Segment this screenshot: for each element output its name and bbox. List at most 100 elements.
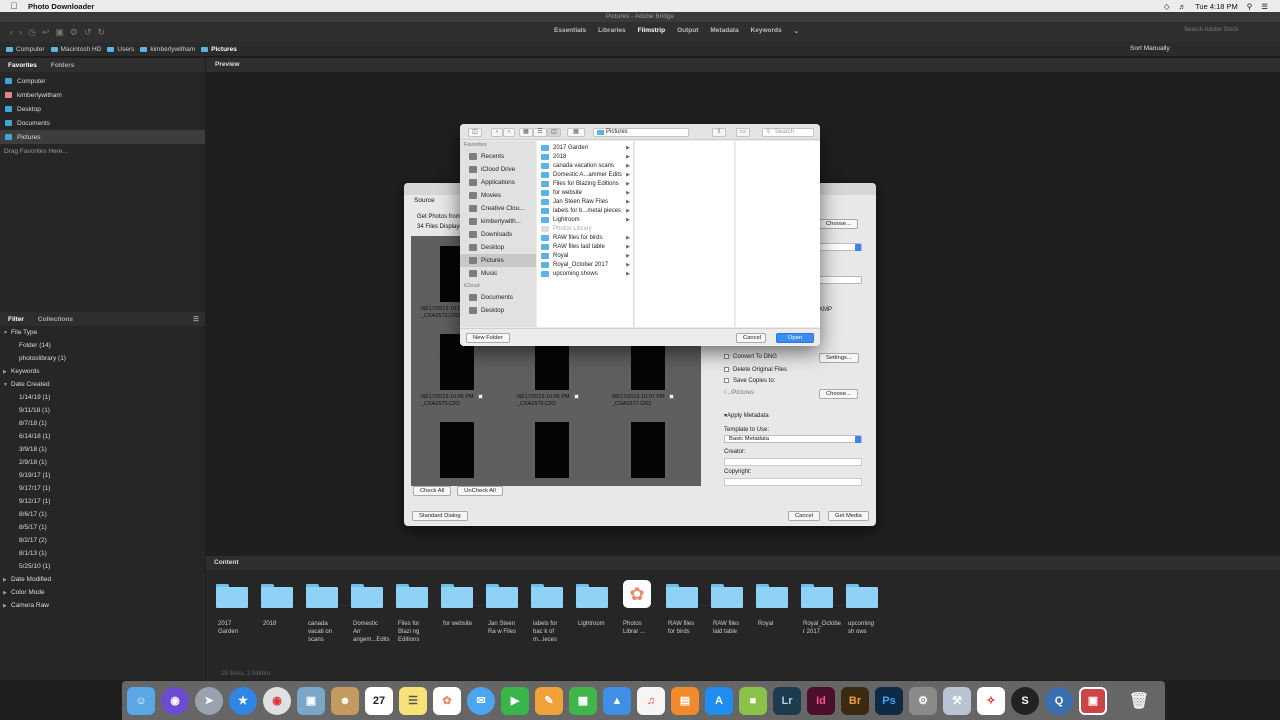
finder-icon[interactable]: ☺ — [127, 686, 155, 715]
delete-original-option[interactable]: Delete Original Files — [724, 367, 787, 373]
sidebar-item-icloud-drive[interactable]: iCloud Drive — [460, 163, 536, 176]
content-item[interactable]: 2018 — [257, 580, 297, 628]
uncheck-all-button[interactable]: UnCheck All — [457, 486, 503, 496]
favorite-documents[interactable]: Documents — [0, 116, 205, 130]
filter-date-item[interactable]: 8/7/18 (1) — [0, 417, 205, 430]
cancel-button[interactable]: Cancel — [788, 511, 821, 521]
open-search-input[interactable]: ⚲ Search — [762, 128, 814, 137]
workspace-more-icon[interactable]: ⌄ — [794, 27, 799, 35]
sidebar-item-creative-cloud[interactable]: Creative Clou... — [460, 202, 536, 215]
column-folder-item[interactable]: Domestic A...ammer Edits ▶ — [537, 170, 633, 179]
panel-menu-icon[interactable]: ☰ — [193, 315, 205, 323]
filter-date-item[interactable]: 9/19/17 (1) — [0, 469, 205, 482]
photo-downloader-icon[interactable]: ▣ — [1079, 686, 1107, 715]
content-item[interactable]: 2017 Garden — [212, 580, 252, 636]
siri-icon[interactable]: ◉ — [161, 686, 189, 715]
app-name-menu[interactable]: Photo Downloader — [28, 2, 94, 11]
save-copies-option[interactable]: Save Copies to: — [724, 378, 775, 384]
column-folder-item[interactable]: Jan Steen Raw Files ▶ — [537, 197, 633, 206]
tab-filter[interactable]: Filter — [8, 316, 24, 323]
open-button[interactable]: Open — [776, 333, 814, 343]
spotlight-icon[interactable]: ⚲ — [1247, 2, 1253, 11]
filter-date-modified[interactable]: ▶ Date Modified — [0, 573, 205, 586]
standard-dialog-button[interactable]: Standard Dialog — [412, 511, 468, 521]
share-icon[interactable]: ⇧ — [712, 128, 726, 137]
apple-menu-icon[interactable]:  — [0, 1, 28, 11]
filter-date-item[interactable]: 8/5/17 (1) — [0, 521, 205, 534]
column-view-icon[interactable]: ◫ — [547, 128, 561, 137]
content-item[interactable]: for website — [437, 580, 477, 628]
content-item[interactable]: labels for bac k of m...ieces — [527, 580, 567, 644]
forward-icon[interactable]: › — [19, 27, 22, 38]
filter-item[interactable]: photoslibrary (1) — [0, 352, 205, 365]
column-folder-item[interactable]: 2018 ▶ — [537, 152, 633, 161]
rotate-left-icon[interactable]: ↺ — [84, 27, 92, 38]
column-folder-item[interactable]: upcoming shows ▶ — [537, 269, 633, 278]
preview-icon[interactable]: ▣ — [297, 686, 325, 715]
tag-icon[interactable]: ▭ — [736, 128, 750, 137]
filter-color-mode[interactable]: ▶ Color Mode — [0, 586, 205, 599]
breadcrumb-user[interactable]: kimberlywitham — [140, 46, 195, 53]
choose-button[interactable]: Choose... — [819, 219, 858, 229]
content-item[interactable]: Royal_Octobe r 2017 — [797, 580, 841, 636]
photo-checkbox[interactable] — [477, 394, 483, 400]
filter-date-item[interactable]: 8/6/17 (1) — [0, 508, 205, 521]
launchpad-icon[interactable]: ➤ — [195, 686, 223, 715]
tab-folders[interactable]: Folders — [51, 62, 74, 69]
forward-icon[interactable]: › — [503, 128, 515, 137]
content-item[interactable]: Files for Blazi ng Editions — [392, 580, 432, 644]
workspace-filmstrip[interactable]: Filmstrip — [638, 27, 665, 35]
workspace-output[interactable]: Output — [677, 27, 698, 35]
sidebar-item-downloads[interactable]: Downloads — [460, 228, 536, 241]
filter-date-item[interactable]: 8/1/13 (1) — [0, 547, 205, 560]
recent-icon[interactable]: ◷ — [28, 27, 36, 38]
photo-checkbox[interactable] — [668, 394, 674, 400]
breadcrumb-pictures[interactable]: Pictures — [201, 46, 237, 53]
refine-icon[interactable]: ⚙ — [70, 27, 78, 38]
workspace-essentials[interactable]: Essentials — [554, 27, 586, 35]
photo-thumbnail[interactable] — [535, 422, 569, 478]
filter-date-created[interactable]: ▼ Date Created — [0, 378, 205, 391]
pages-icon[interactable]: ✎ — [535, 686, 563, 715]
sidebar-item-music[interactable]: Music — [460, 267, 536, 280]
open-cancel-button[interactable]: Cancel — [736, 333, 766, 343]
filter-date-item[interactable]: 1/14/19 (1) — [0, 391, 205, 404]
content-item[interactable]: canada vacati on scans — [302, 580, 342, 644]
sidebar-item-pictures[interactable]: Pictures — [460, 254, 536, 267]
menu-list-icon[interactable]: ☰ — [1261, 2, 1268, 11]
column-folder-item[interactable]: RAW files laid table ▶ — [537, 242, 633, 251]
creator-field[interactable] — [724, 458, 862, 466]
chrome-icon[interactable]: ◉ — [263, 686, 291, 715]
content-item[interactable]: Domestic Arr angem...Edits — [347, 580, 390, 644]
volume-icon[interactable]: ♬ — [1179, 2, 1187, 11]
calendar-icon[interactable]: 27 — [365, 686, 393, 715]
filter-date-item[interactable]: 9/17/17 (1) — [0, 482, 205, 495]
sort-menu[interactable]: Sort Manually — [1130, 45, 1202, 54]
tab-collections[interactable]: Collections — [38, 316, 73, 323]
trash-icon[interactable]: 🗑 — [1125, 687, 1153, 715]
bridge-icon[interactable]: Br — [841, 686, 869, 715]
sidebar-item-desktop[interactable]: Desktop — [460, 241, 536, 254]
template-select[interactable]: Basic Metadata — [724, 435, 862, 443]
favorite-desktop[interactable]: Desktop — [0, 102, 205, 116]
contacts-icon[interactable]: ☻ — [331, 686, 359, 715]
get-media-button[interactable]: Get Media — [828, 511, 869, 521]
filter-date-item[interactable]: 5/25/10 (1) — [0, 560, 205, 573]
column-folder-item[interactable]: Lightroom ▶ — [537, 215, 633, 224]
content-item[interactable]: RAW files laid table — [707, 580, 747, 636]
content-item[interactable]: RAW files for birds — [662, 580, 702, 636]
tab-favorites[interactable]: Favorites — [8, 62, 37, 69]
column-folder-item[interactable]: labels for b...metal pieces ▶ — [537, 206, 633, 215]
sidebar-item-recents[interactable]: Recents — [460, 150, 536, 163]
books-icon[interactable]: ▤ — [671, 686, 699, 715]
copyright-field[interactable] — [724, 478, 862, 486]
column-folder-item[interactable]: Files for Blazing Editions ▶ — [537, 179, 633, 188]
photo-booth-icon[interactable]: ■ — [739, 686, 767, 715]
facetime-icon[interactable]: ▶ — [501, 686, 529, 715]
notes-icon[interactable]: ☰ — [399, 686, 427, 715]
numbers-icon[interactable]: ▩ — [569, 686, 597, 715]
workspace-keywords[interactable]: Keywords — [751, 27, 782, 35]
content-item[interactable]: ✿ Photos Librar ... — [617, 580, 657, 636]
column-folder-item[interactable]: 2017 Garden ▶ — [537, 143, 633, 152]
xcode-icon[interactable]: ⚒ — [943, 686, 971, 715]
